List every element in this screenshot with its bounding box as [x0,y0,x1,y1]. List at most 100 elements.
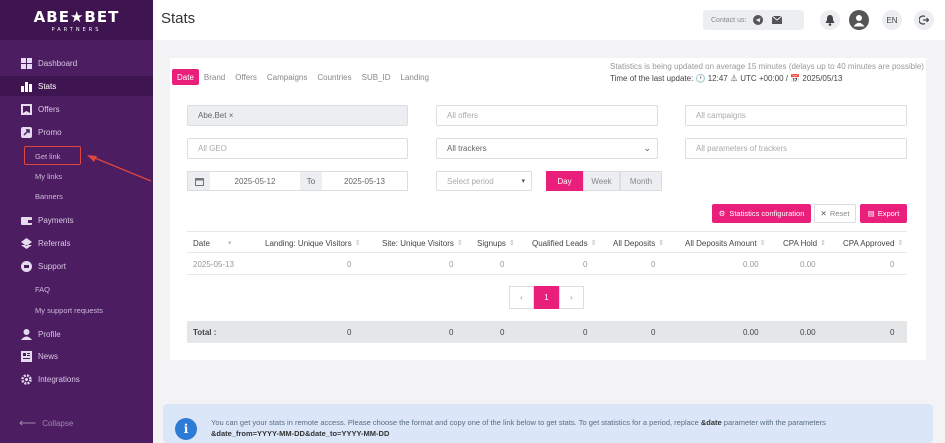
sidebar-item-profile[interactable]: Profile [0,324,153,344]
period-week-button[interactable]: Week [583,171,620,191]
sidebar-item-payments[interactable]: Payments [0,210,153,230]
telegram-icon[interactable] [751,13,765,27]
stats-icon [20,80,32,92]
sidebar-item-support[interactable]: Support [0,256,153,276]
caret-down-icon: ▾ [521,178,525,185]
offers-icon [20,103,32,115]
tab-brand[interactable]: Brand [199,69,230,85]
brand-logo[interactable]: ABE★BET PARTNERS [0,0,153,40]
campaigns-filter[interactable]: All campaigns [685,105,907,126]
date-range-picker[interactable]: 2025-05-12 To 2025-05-13 [187,171,408,191]
table-cell: 0 [449,327,454,337]
table-cell: 0 [890,259,895,269]
table-cell: 0.00 [800,259,816,269]
period-month-button[interactable]: Month [620,171,662,191]
date-to-input[interactable]: 2025-05-13 [322,177,407,186]
tab-date[interactable]: Date [172,69,199,85]
sidebar-item-integrations[interactable]: Integrations [0,369,153,389]
sidebar-subitem-support-requests[interactable]: My support requests [35,303,103,317]
annotation-arrow [87,155,152,182]
brand-filter[interactable]: Abe.Bet × [187,105,408,126]
prev-page-button[interactable]: ‹ [509,286,534,309]
col-signups[interactable]: Signups ⇕ [477,232,515,254]
sort-icon: ⇕ [508,240,515,247]
col-qualified-leads[interactable]: Qualified Leads ⇕ [532,232,596,254]
table-cell: 0 [583,327,588,337]
offers-filter[interactable]: All offers [436,105,658,126]
table-cell: 0 [651,327,656,337]
statistics-configuration-label: Statistics configuration [729,209,805,218]
calendar-icon[interactable] [188,172,210,190]
col-date[interactable]: Date ▾ [193,232,231,254]
geo-filter[interactable]: All GEO [187,138,408,159]
mail-icon[interactable] [770,13,784,27]
col-cpa-approved[interactable]: CPA Approved ⇕ [843,232,903,254]
tab-countries[interactable]: Countries [312,69,356,85]
sidebar-item-label: Referrals [38,238,71,248]
sort-icon: ⇕ [658,240,665,247]
tab-sub-id[interactable]: SUB_ID [357,69,396,85]
date-from-input[interactable]: 2025-05-12 [210,177,300,186]
sidebar-item-label: Stats [38,81,57,91]
sidebar-item-label: Payments [38,215,74,225]
sidebar-item-dashboard[interactable]: Dashboard [0,53,153,73]
bell-icon[interactable] [820,10,840,30]
info-icon: i [175,418,197,440]
reset-label: Reset [829,209,850,218]
sidebar-item-promo[interactable]: Promo [0,122,153,142]
sidebar-item-label: Support [38,261,67,271]
sort-icon: ⇕ [590,240,597,247]
table-row: 2025-05-13 0 0 0 0 0 0.00 0.00 0 [187,253,907,275]
export-button[interactable]: ▤ Export [860,204,907,223]
info-text-part: parameter with the parameters [721,418,826,427]
arrow-left-icon: ⟵ [19,416,37,430]
sidebar-subitem-banners[interactable]: Banners [35,189,63,203]
col-landing-unique-visitors[interactable]: Landing: Unique Visitors ⇕ [265,232,360,254]
logout-icon[interactable] [914,10,934,30]
get-link-highlight-box [24,146,81,165]
contact-us-box: Contact us: [703,10,804,30]
col-all-deposits[interactable]: All Deposits ⇕ [613,232,664,254]
trackers-select[interactable]: All trackers ⌄ [436,138,658,159]
period-select[interactable]: Select period ▾ [436,171,532,191]
next-page-button[interactable]: › [559,286,584,309]
sidebar-item-label: Integrations [38,374,80,384]
period-day-button[interactable]: Day [546,171,583,191]
dashboard-icon [20,57,32,69]
tab-landing[interactable]: Landing [396,69,434,85]
language-switch[interactable]: EN [882,10,902,30]
period-toggle: Day Week Month [546,171,662,191]
avatar[interactable] [849,10,869,30]
sidebar-subitem-faq[interactable]: FAQ [35,282,50,296]
page-title: Stats [161,10,196,27]
collapse-button[interactable]: ⟵ Collapse [19,416,73,430]
col-cpa-hold[interactable]: CPA Hold ⇕ [783,232,826,254]
tab-campaigns[interactable]: Campaigns [262,69,312,85]
reset-button[interactable]: ✕ Reset [814,204,856,223]
table-cell: 0 [651,259,656,269]
chevron-down-icon: ⌄ [643,143,651,153]
last-update-time: 🕐 12:47 ⏃ UTC +00:00 / 📅 2025/05/13 [695,74,843,83]
tab-offers[interactable]: Offers [230,69,262,85]
table-cell: 0 [500,259,505,269]
period-select-placeholder: Select period [447,176,494,186]
sidebar-item-referrals[interactable]: Referrals [0,233,153,253]
update-note-line2: Time of the last update: 🕐 12:47 ⏃ UTC +… [610,73,926,85]
col-site-unique-visitors[interactable]: Site: Unique Visitors ⇕ [382,232,463,254]
promo-icon [20,126,32,138]
table-cell: 0 [890,327,895,337]
gear-icon: ⚙ [718,209,726,218]
table-cell: 0 [449,259,454,269]
sidebar-item-stats[interactable]: Stats [0,76,153,96]
statistics-configuration-button[interactable]: ⚙ Statistics configuration [712,204,811,223]
sort-icon: ▾ [227,240,232,247]
sidebar-item-news[interactable]: News [0,346,153,366]
sidebar-item-label: Offers [38,104,60,114]
tracker-params-filter[interactable]: All parameters of trackers [685,138,907,159]
table-cell: 0 [347,327,352,337]
page-1-button[interactable]: 1 [534,286,559,309]
sidebar-subitem-my-links[interactable]: My links [35,169,62,183]
table-cell: 0 [583,259,588,269]
col-all-deposits-amount[interactable]: All Deposits Amount ⇕ [685,232,765,254]
sidebar-item-offers[interactable]: Offers [0,99,153,119]
